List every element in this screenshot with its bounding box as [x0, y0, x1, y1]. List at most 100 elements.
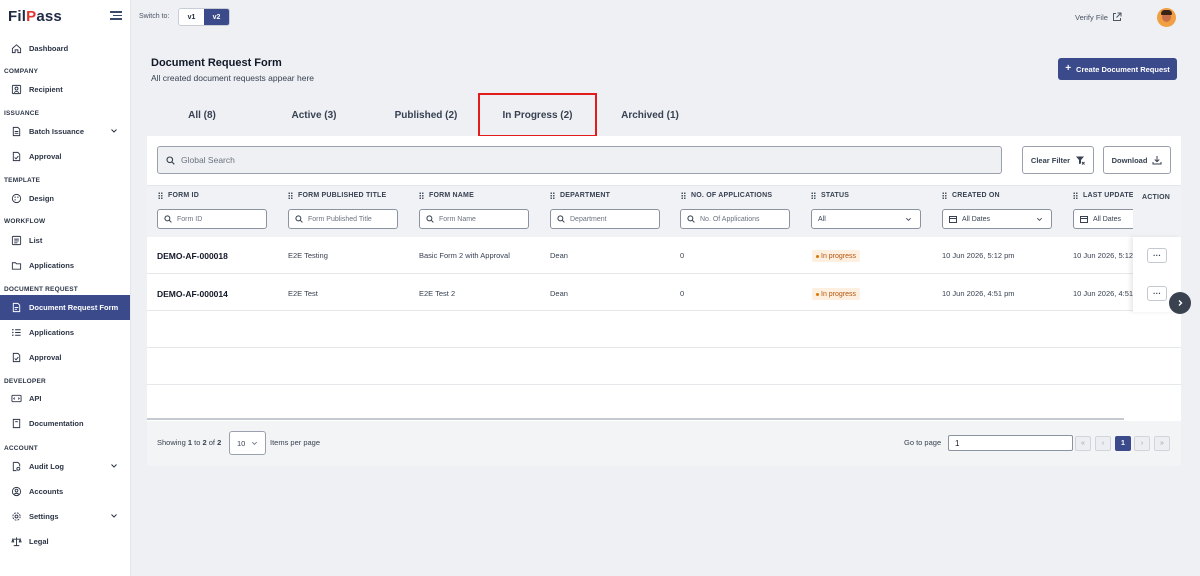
sidebar-item-label: Document Request Form [29, 303, 119, 312]
horizontal-scrollbar[interactable] [147, 418, 1124, 420]
tab-active[interactable]: Active (3) [278, 110, 350, 121]
sidebar-item-dashboard[interactable]: Dashboard [0, 36, 130, 60]
filter-status-select[interactable]: All [811, 209, 921, 229]
sidebar-item-documentation[interactable]: Documentation [0, 411, 130, 435]
drag-handle-icon[interactable] [550, 192, 555, 199]
code-box-icon [10, 392, 22, 404]
drag-handle-icon[interactable] [158, 192, 163, 199]
palette-icon [10, 192, 22, 204]
next-page-button[interactable]: › [1134, 436, 1150, 451]
sidebar-item-label: Recipient [29, 84, 63, 94]
filter-form-published-title[interactable]: Form Published Title [288, 209, 398, 229]
sidebar-item-applications[interactable]: Applications [0, 253, 130, 277]
sidebar-item-list[interactable]: List [0, 228, 130, 252]
cell-form-id[interactable]: DEMO-AF-000014 [157, 289, 228, 299]
column-header[interactable]: STATUS [811, 192, 849, 199]
column-header[interactable]: FORM PUBLISHED TITLE [288, 192, 386, 199]
column-header[interactable]: FORM NAME [419, 192, 474, 199]
tab-all[interactable]: All (8) [170, 110, 234, 121]
global-search-input[interactable]: Global Search [157, 146, 1002, 174]
tab-published[interactable]: Published (2) [385, 110, 467, 121]
drag-handle-icon[interactable] [942, 192, 947, 199]
version-v2-button[interactable]: v2 [204, 9, 229, 25]
drag-handle-icon[interactable] [811, 192, 816, 199]
row-actions-button[interactable]: ··· [1147, 286, 1167, 301]
page-1-button[interactable]: 1 [1115, 436, 1131, 451]
column-header[interactable]: LAST UPDATE [1073, 192, 1134, 199]
sidebar-item-batch-issuance[interactable]: Batch Issuance [0, 119, 130, 143]
sidebar-item-design[interactable]: Design [0, 186, 130, 210]
sidebar-item-dr-approval[interactable]: Approval [0, 345, 130, 369]
column-header[interactable]: NO. OF APPLICATIONS [681, 192, 772, 199]
scroll-right-button[interactable] [1169, 292, 1191, 314]
column-header[interactable]: DEPARTMENT [550, 192, 610, 199]
sidebar-item-label: List [29, 235, 43, 245]
list-icon [10, 234, 22, 246]
cell-applications: 0 [680, 251, 685, 260]
first-page-button[interactable]: « [1075, 436, 1091, 451]
plus-icon: + [1065, 63, 1072, 74]
cell-last-update: 10 Jun 2026, 4:51 [1073, 289, 1134, 298]
row-actions-button[interactable]: ··· [1147, 248, 1167, 263]
filter-form-name[interactable]: Form Name [419, 209, 529, 229]
sidebar-item-audit-log[interactable]: Audit Log [0, 454, 130, 478]
sidebar-item-dr-applications[interactable]: Applications [0, 320, 130, 344]
sidebar-item-approval[interactable]: Approval [0, 144, 130, 168]
go-to-page-input[interactable]: 1 [948, 435, 1073, 451]
tab-archived[interactable]: Archived (1) [610, 110, 690, 121]
app-logo[interactable]: FilPass [8, 8, 62, 25]
sidebar-item-label: Documentation [29, 418, 84, 428]
drag-handle-icon[interactable] [681, 192, 686, 199]
document-check-icon [10, 351, 22, 363]
section-issuance: ISSUANCE [4, 110, 40, 117]
download-button[interactable]: Download [1103, 146, 1171, 174]
download-icon [1152, 156, 1162, 165]
clear-filter-button[interactable]: Clear Filter [1022, 146, 1094, 174]
avatar[interactable] [1157, 8, 1176, 27]
verify-file-link[interactable]: Verify File [1075, 12, 1122, 22]
cell-department: Dean [550, 251, 568, 260]
chevron-right-icon [1178, 300, 1183, 306]
section-account: ACCOUNT [4, 445, 38, 452]
cell-created-on: 10 Jun 2026, 5:12 pm [942, 251, 1015, 260]
external-link-icon [1112, 12, 1122, 21]
search-icon [426, 215, 434, 223]
cell-form-id[interactable]: DEMO-AF-000018 [157, 251, 228, 261]
version-switch[interactable]: v1 v2 [178, 8, 230, 26]
create-document-request-button[interactable]: + Create Document Request [1058, 58, 1177, 80]
filter-form-id[interactable]: Form ID [157, 209, 267, 229]
search-placeholder: Global Search [181, 155, 235, 165]
home-icon [10, 42, 22, 54]
sidebar-item-accounts[interactable]: Accounts [0, 479, 130, 503]
column-header[interactable]: CREATED ON [942, 192, 1000, 199]
cell-applications: 0 [680, 289, 685, 298]
prev-page-button[interactable]: ‹ [1095, 436, 1111, 451]
calendar-icon [1080, 216, 1088, 223]
menu-toggle-icon[interactable] [110, 11, 122, 20]
sidebar-item-api[interactable]: API [0, 386, 130, 410]
filter-last-update-select[interactable]: All Dates [1073, 209, 1133, 229]
section-company: COMPANY [4, 68, 39, 75]
version-v1-button[interactable]: v1 [179, 9, 204, 25]
user-circle-icon [10, 485, 22, 497]
drag-handle-icon[interactable] [288, 192, 293, 199]
sidebar-item-document-request-form[interactable]: Document Request Form [0, 295, 130, 320]
sidebar-item-recipient[interactable]: Recipient [0, 77, 130, 101]
column-header[interactable]: FORM ID [158, 192, 199, 199]
search-icon [557, 215, 565, 223]
sidebar-item-legal[interactable]: Legal [0, 529, 130, 553]
sidebar: FilPass Dashboard COMPANY Recipient ISSU… [0, 0, 131, 576]
sidebar-item-label: Settings [29, 511, 59, 521]
sidebar-item-settings[interactable]: Settings [0, 504, 130, 528]
filter-department[interactable]: Department [550, 209, 660, 229]
drag-handle-icon[interactable] [1073, 192, 1078, 199]
last-page-button[interactable]: » [1154, 436, 1170, 451]
sidebar-item-label: Approval [29, 352, 62, 362]
chevron-down-icon [906, 217, 911, 221]
drag-handle-icon[interactable] [419, 192, 424, 199]
filter-created-on-select[interactable]: All Dates [942, 209, 1052, 229]
filter-applications[interactable]: No. Of Applications [680, 209, 790, 229]
cell-form-name: E2E Test 2 [419, 289, 456, 298]
create-button-label: Create Document Request [1076, 64, 1170, 74]
items-per-page-select[interactable]: 10 [229, 431, 266, 455]
